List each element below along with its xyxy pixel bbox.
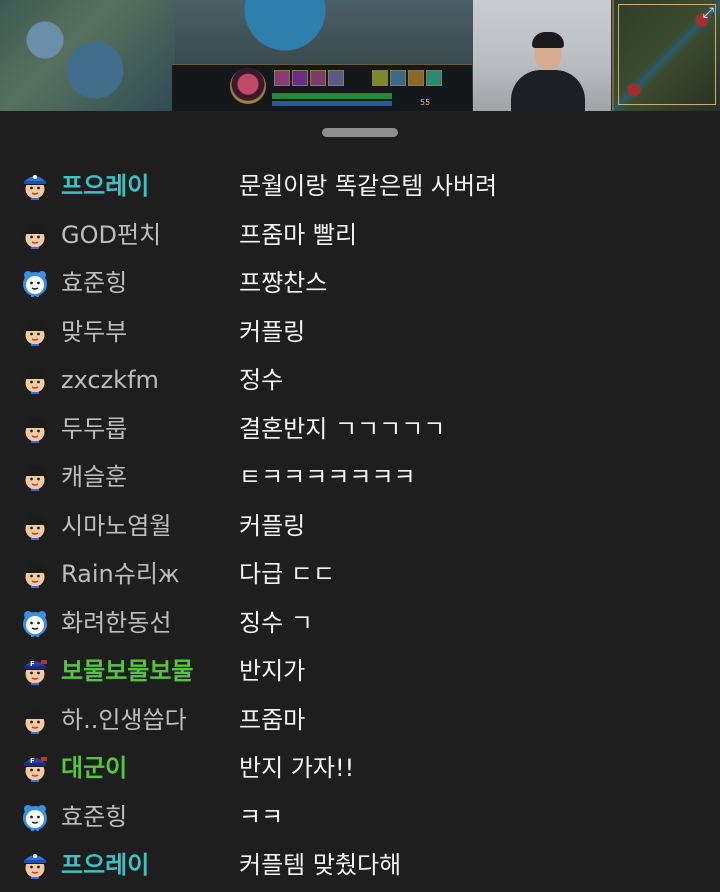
webcam-feed — [473, 0, 611, 111]
clock-badge-icon — [21, 269, 49, 297]
minimap: ⤢ — [612, 0, 720, 111]
chat-message: 효준힝 프쨩찬스 — [0, 259, 720, 307]
chat-message: Rain슈리ж 다급 ㄷㄷ — [0, 550, 720, 598]
item-icon — [372, 70, 388, 86]
chat-nickname[interactable]: Rain슈리ж — [61, 560, 180, 588]
skill-icon — [292, 70, 308, 86]
chat-message: F 대군이 반지 가자!! — [0, 744, 720, 792]
chat-message: 화려한동선 징수 ㄱ — [0, 599, 720, 647]
chat-nickname[interactable]: 두두룹 — [61, 415, 127, 443]
chat-nickname[interactable]: 프으레이 — [61, 172, 149, 200]
chat-nickname[interactable]: 캐슬훈 — [61, 463, 127, 491]
chat-nickname[interactable]: 보물보물보물 — [61, 657, 193, 685]
chat-message-text: 결혼반지 ㄱㄱㄱㄱㄱ — [239, 414, 446, 443]
chat-message: 프으레이 문월이랑 똑같은템 사버려 — [0, 162, 720, 210]
item-icon — [426, 70, 442, 86]
chat-message: 프으레이 커플템 맞췄다해 — [0, 841, 720, 889]
chat-nickname[interactable]: 효준힝 — [61, 269, 127, 297]
fan-badge-icon — [21, 366, 49, 394]
chat-message: 시마노염월 커플링 — [0, 502, 720, 550]
chat-nickname[interactable]: 하..인생씁다 — [61, 706, 187, 734]
chat-message-text: 프쨩찬스 — [239, 269, 328, 297]
fan-badge-icon — [21, 221, 49, 249]
game-hud: 55 — [172, 64, 472, 111]
chat-message-text: ㅋㅋ — [239, 802, 284, 831]
chat-message: 효준힝 ㅋㅋ — [0, 793, 720, 841]
chat-message-text: 프줌마 — [239, 705, 306, 734]
streamer-hair — [532, 32, 564, 48]
svg-text:F: F — [30, 660, 35, 668]
chat-message-text: 커플링 — [239, 511, 306, 540]
chat-message: zxczkfm 정수 — [0, 356, 720, 404]
subscriber-badge-icon: F — [21, 657, 49, 685]
fan-badge-icon — [21, 318, 49, 346]
chat-message: 맞두부 커플링 — [0, 308, 720, 356]
chat-message-text: 반지가 — [239, 657, 306, 685]
skill-icon — [310, 70, 326, 86]
chat-message-text: 문월이랑 똑같은템 사버려 — [239, 172, 498, 200]
chat-message-text: 커플링 — [239, 317, 306, 346]
chat-message-text: 다급 ㄷㄷ — [239, 560, 335, 588]
chat-nickname[interactable]: 맞두부 — [61, 318, 127, 346]
chat-message-text: 징수 ㄱ — [239, 608, 313, 637]
chat-nickname[interactable]: 프으레이 — [61, 851, 149, 879]
skill-icon — [328, 70, 344, 86]
chat-nickname[interactable]: 대군이 — [61, 754, 127, 782]
chat-message-text: 정수 — [239, 366, 284, 394]
chat-nickname[interactable]: 시마노염월 — [61, 512, 171, 540]
chat-nickname[interactable]: zxczkfm — [61, 366, 159, 394]
svg-text:F: F — [30, 757, 35, 765]
chat-message-text: 프줌마 빨리 — [239, 220, 358, 249]
gold-counter: 55 — [420, 98, 431, 107]
fan-badge-icon — [21, 463, 49, 491]
chat-message-text: 반지 가자!! — [239, 754, 355, 782]
drag-handle[interactable] — [322, 128, 398, 137]
clock-badge-icon — [21, 803, 49, 831]
chat-message: GOD펀치 프줌마 빨리 — [0, 211, 720, 259]
stream-video[interactable]: 55 ⤢ — [0, 0, 720, 111]
champion-portrait — [230, 68, 266, 104]
game-screen-left — [0, 0, 175, 111]
chat-message: 두두룹 결혼반지 ㄱㄱㄱㄱㄱ — [0, 405, 720, 453]
item-icon — [408, 70, 424, 86]
chat-message-text: ㅌㅋㅋㅋㅋㅋㅋㅋ — [239, 463, 416, 491]
item-icon — [390, 70, 406, 86]
manager-badge-icon — [21, 172, 49, 200]
streamer-body — [511, 70, 585, 111]
fan-badge-icon — [21, 560, 49, 588]
health-bar — [272, 93, 392, 99]
chat-nickname[interactable]: GOD펀치 — [61, 221, 161, 249]
chat-message: 하..인생씁다 프줌마 — [0, 696, 720, 744]
expand-icon[interactable]: ⤢ — [703, 6, 714, 20]
mana-bar — [272, 101, 392, 106]
chat-message: 캐슬훈 ㅌㅋㅋㅋㅋㅋㅋㅋ — [0, 453, 720, 501]
fan-badge-icon — [21, 415, 49, 443]
fan-badge-icon — [21, 512, 49, 540]
subscriber-badge-icon: F — [21, 754, 49, 782]
chat-nickname[interactable]: 화려한동선 — [61, 609, 171, 637]
fan-badge-icon — [21, 706, 49, 734]
chat-message-text: 커플템 맞췄다해 — [239, 851, 402, 879]
skill-icon — [274, 70, 290, 86]
minimap-frame — [618, 4, 716, 105]
manager-badge-icon — [21, 851, 49, 879]
chat-message: F 보물보물보물 반지가 — [0, 647, 720, 695]
clock-badge-icon — [21, 609, 49, 637]
chat-nickname[interactable]: 효준힝 — [61, 803, 127, 831]
